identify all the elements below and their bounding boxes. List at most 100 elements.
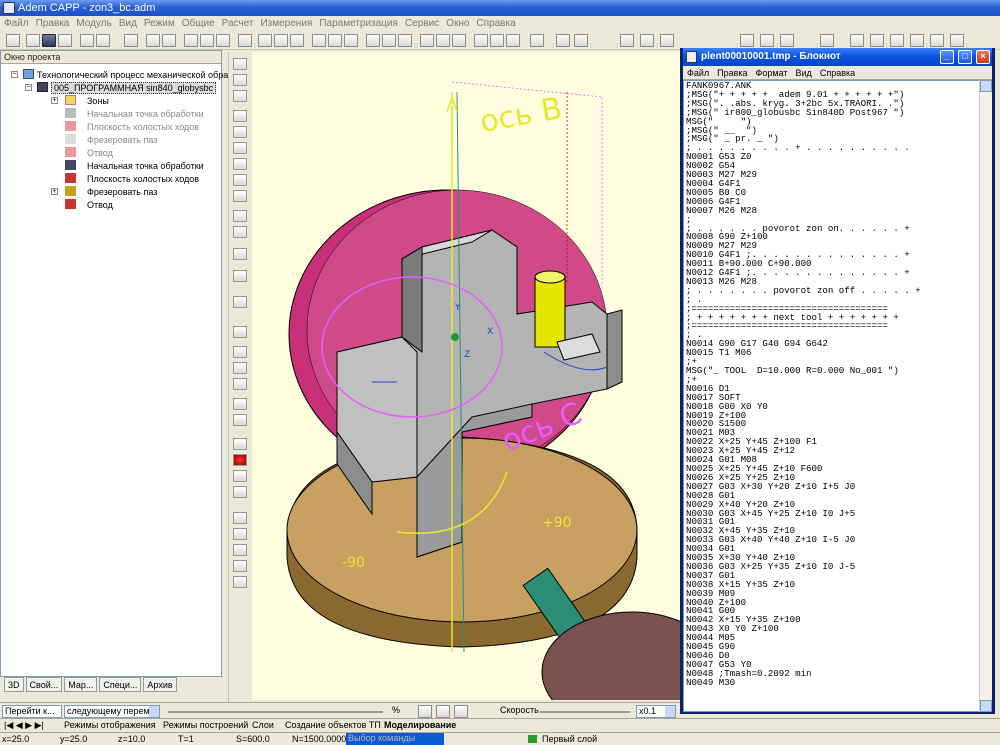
tree-item-start-point[interactable]: Начальная точка обработки — [87, 108, 204, 120]
tool-v18-icon[interactable] — [233, 378, 247, 390]
rotate-icon[interactable] — [660, 34, 674, 47]
scroll-down-icon[interactable] — [980, 700, 992, 712]
tool10-icon[interactable] — [950, 34, 964, 47]
tab-properties[interactable]: Свой... — [25, 677, 63, 692]
circle-icon[interactable] — [452, 34, 466, 47]
tool-v15-icon[interactable] — [233, 326, 247, 338]
tool2-icon[interactable] — [760, 34, 774, 47]
tree-item-plane[interactable]: Плоскость холостых ходов — [87, 121, 199, 133]
tool-v6-icon[interactable] — [233, 142, 247, 154]
maximize-icon[interactable]: □ — [958, 50, 972, 64]
tool-v29-icon[interactable] — [233, 576, 247, 588]
tree-item-start-point-2[interactable]: Начальная точка обработки — [87, 160, 204, 172]
speed-combo[interactable]: x0.1 — [636, 705, 676, 718]
table-icon[interactable] — [274, 34, 288, 47]
tool-v28-icon[interactable] — [233, 560, 247, 572]
tab-construction-modes[interactable]: Режимы построений — [163, 720, 248, 730]
tab-layers[interactable]: Слои — [252, 720, 274, 730]
print-icon[interactable] — [58, 34, 72, 47]
collapse-toggle[interactable]: − — [11, 71, 18, 78]
expand-toggle[interactable]: + — [51, 97, 58, 104]
np-menu-help[interactable]: Справка — [820, 66, 855, 79]
cube2-icon[interactable] — [382, 34, 396, 47]
np-menu-edit[interactable]: Правка — [717, 66, 747, 79]
tool5-icon[interactable] — [850, 34, 864, 47]
tab-archive[interactable]: Архив — [143, 677, 177, 692]
tool3-icon[interactable] — [780, 34, 794, 47]
tool-v11-icon[interactable] — [233, 226, 247, 238]
undo-icon[interactable] — [80, 34, 94, 47]
paste-icon[interactable] — [162, 34, 176, 47]
tool-v17-icon[interactable] — [233, 362, 247, 374]
menu-help[interactable]: Справка — [472, 16, 518, 32]
tree-item-operation[interactable]: 005_ПРОГРАММНАЯ sin840_globysbc — [51, 82, 217, 94]
tool-v19-icon[interactable] — [233, 398, 247, 410]
record-icon[interactable] — [233, 454, 247, 466]
menu-window[interactable]: Окно — [442, 16, 472, 32]
tab-nav-arrows[interactable]: |◀ ◀ ▶ ▶| — [4, 720, 44, 731]
tool-icon[interactable] — [740, 34, 754, 47]
np-menu-file[interactable]: Файл — [687, 66, 709, 79]
cut-icon[interactable] — [124, 34, 138, 47]
tool-v7-icon[interactable] — [233, 158, 247, 170]
tab-display-modes[interactable]: Режимы отображения — [64, 720, 156, 730]
tool-v2-icon[interactable] — [233, 74, 247, 86]
notepad-text-area[interactable]: FANK0967.ANK ;MSG("+ + + + + adem 9.01 +… — [683, 80, 983, 712]
minimize-icon[interactable]: _ — [940, 50, 954, 64]
tool-v5-icon[interactable] — [233, 126, 247, 138]
tree-item-mill-slot-2[interactable]: Фрезеровать паз — [87, 186, 157, 198]
speed-slider[interactable] — [540, 711, 630, 713]
snap2-icon[interactable] — [328, 34, 342, 47]
redo-icon[interactable] — [96, 34, 110, 47]
play-icon[interactable] — [454, 705, 468, 718]
collapse-toggle[interactable]: − — [25, 84, 32, 91]
tab-modeling[interactable]: Моделирование — [384, 720, 456, 730]
stop-icon[interactable] — [436, 705, 450, 718]
tree-item-retract[interactable]: Отвод — [87, 147, 113, 159]
3d-viewport[interactable]: ось B ось C +90 -90 X Y Z — [252, 52, 723, 733]
tree-item-retract-2[interactable]: Отвод — [87, 199, 113, 211]
tab-spec[interactable]: Специ... — [99, 677, 142, 692]
list2-icon[interactable] — [574, 34, 588, 47]
notepad-scrollbar[interactable] — [979, 80, 992, 712]
truck-icon[interactable] — [620, 34, 634, 47]
tab-create-objects[interactable]: Создание объектов ТП — [285, 720, 381, 730]
menu-general[interactable]: Общие — [178, 16, 218, 32]
tool7-icon[interactable] — [890, 34, 904, 47]
menu-service[interactable]: Сервис — [401, 16, 442, 32]
tool9-icon[interactable] — [930, 34, 944, 47]
menu-measure[interactable]: Измерения — [256, 16, 315, 32]
step-back-icon[interactable] — [418, 705, 432, 718]
tool-v26-icon[interactable] — [233, 528, 247, 540]
menu-calc[interactable]: Расчет — [218, 16, 257, 32]
np-menu-view[interactable]: Вид — [796, 66, 812, 79]
tool-v25-icon[interactable] — [233, 512, 247, 524]
box2-icon[interactable] — [490, 34, 504, 47]
open-folder-icon[interactable] — [26, 34, 40, 47]
menu-file[interactable]: Файл — [0, 16, 32, 32]
tool-v21-icon[interactable] — [233, 438, 247, 450]
tree-item-mill-slot[interactable]: Фрезеровать паз — [87, 134, 157, 146]
tool-v23-icon[interactable] — [233, 470, 247, 482]
frame-icon[interactable] — [290, 34, 304, 47]
tool-v16-icon[interactable] — [233, 346, 247, 358]
tool-v4-icon[interactable] — [233, 110, 247, 122]
menu-view[interactable]: Вид — [115, 16, 140, 32]
menu-param[interactable]: Параметризация — [315, 16, 401, 32]
menu-module[interactable]: Модуль — [72, 16, 114, 32]
doc2-icon[interactable] — [200, 34, 214, 47]
tool-v8-icon[interactable] — [233, 174, 247, 186]
page-icon[interactable] — [420, 34, 434, 47]
grid-icon[interactable] — [258, 34, 272, 47]
tool-v13-icon[interactable] — [233, 270, 247, 282]
tree-item-process[interactable]: Технологический процесс механической обр… — [37, 69, 242, 81]
tool4-icon[interactable] — [820, 34, 834, 47]
copy-icon[interactable] — [146, 34, 160, 47]
frame2-icon[interactable] — [530, 34, 544, 47]
move-mode-combo[interactable]: следующему перемещен — [64, 705, 160, 718]
tool-v27-icon[interactable] — [233, 544, 247, 556]
tool-v20-icon[interactable] — [233, 414, 247, 426]
snap3-icon[interactable] — [344, 34, 358, 47]
cube3-icon[interactable] — [398, 34, 412, 47]
doc3-icon[interactable] — [216, 34, 230, 47]
